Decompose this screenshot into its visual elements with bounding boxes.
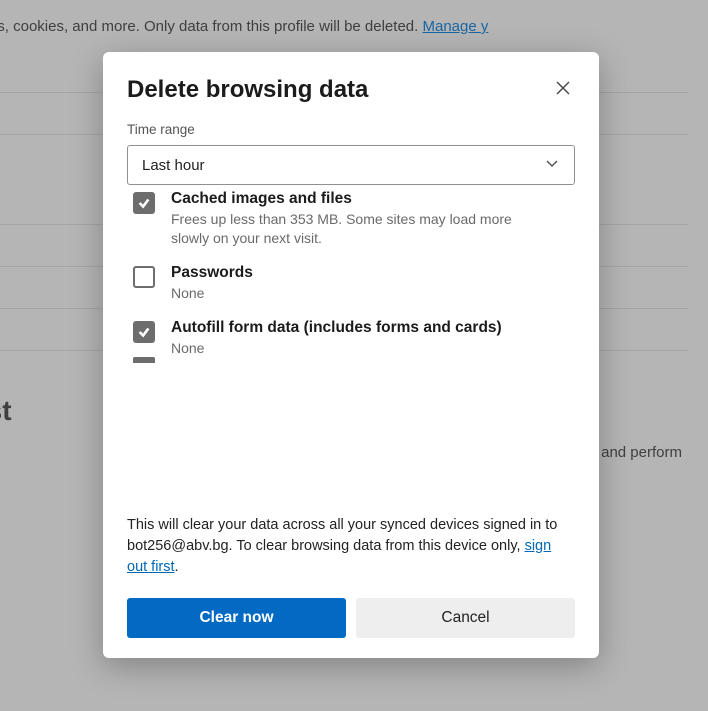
option-title: Passwords (171, 264, 551, 282)
checkbox[interactable] (133, 266, 155, 288)
option-title: Autofill form data (includes forms and c… (171, 319, 551, 337)
option-autofill[interactable]: Autofill form data (includes forms and c… (127, 309, 557, 364)
time-range-select[interactable]: Last hour (127, 145, 575, 185)
option-description: None (171, 339, 551, 358)
option-passwords[interactable]: Passwords None (127, 254, 557, 309)
option-description: None (171, 284, 551, 303)
option-cached-images[interactable]: Cached images and files Frees up less th… (127, 191, 557, 254)
checkbox[interactable] (133, 192, 155, 214)
checkbox[interactable] (133, 321, 155, 343)
time-range-label: Time range (127, 122, 575, 137)
options-list: From 15 sites. Signs you out of most sit… (127, 191, 575, 479)
delete-browsing-data-dialog: Delete browsing data Time range Last hou… (103, 52, 599, 658)
clear-now-button[interactable]: Clear now (127, 598, 346, 638)
next-option-checkbox-peek (133, 357, 155, 363)
chevron-down-icon (544, 155, 560, 175)
close-icon (555, 80, 571, 96)
close-button[interactable] (551, 76, 575, 103)
dialog-title: Delete browsing data (127, 76, 368, 104)
option-title: Cached images and files (171, 191, 551, 208)
option-description: Frees up less than 353 MB. Some sites ma… (171, 210, 551, 248)
cancel-button[interactable]: Cancel (356, 598, 575, 638)
time-range-value: Last hour (142, 157, 205, 174)
sync-warning-text: This will clear your data across all you… (127, 503, 575, 578)
